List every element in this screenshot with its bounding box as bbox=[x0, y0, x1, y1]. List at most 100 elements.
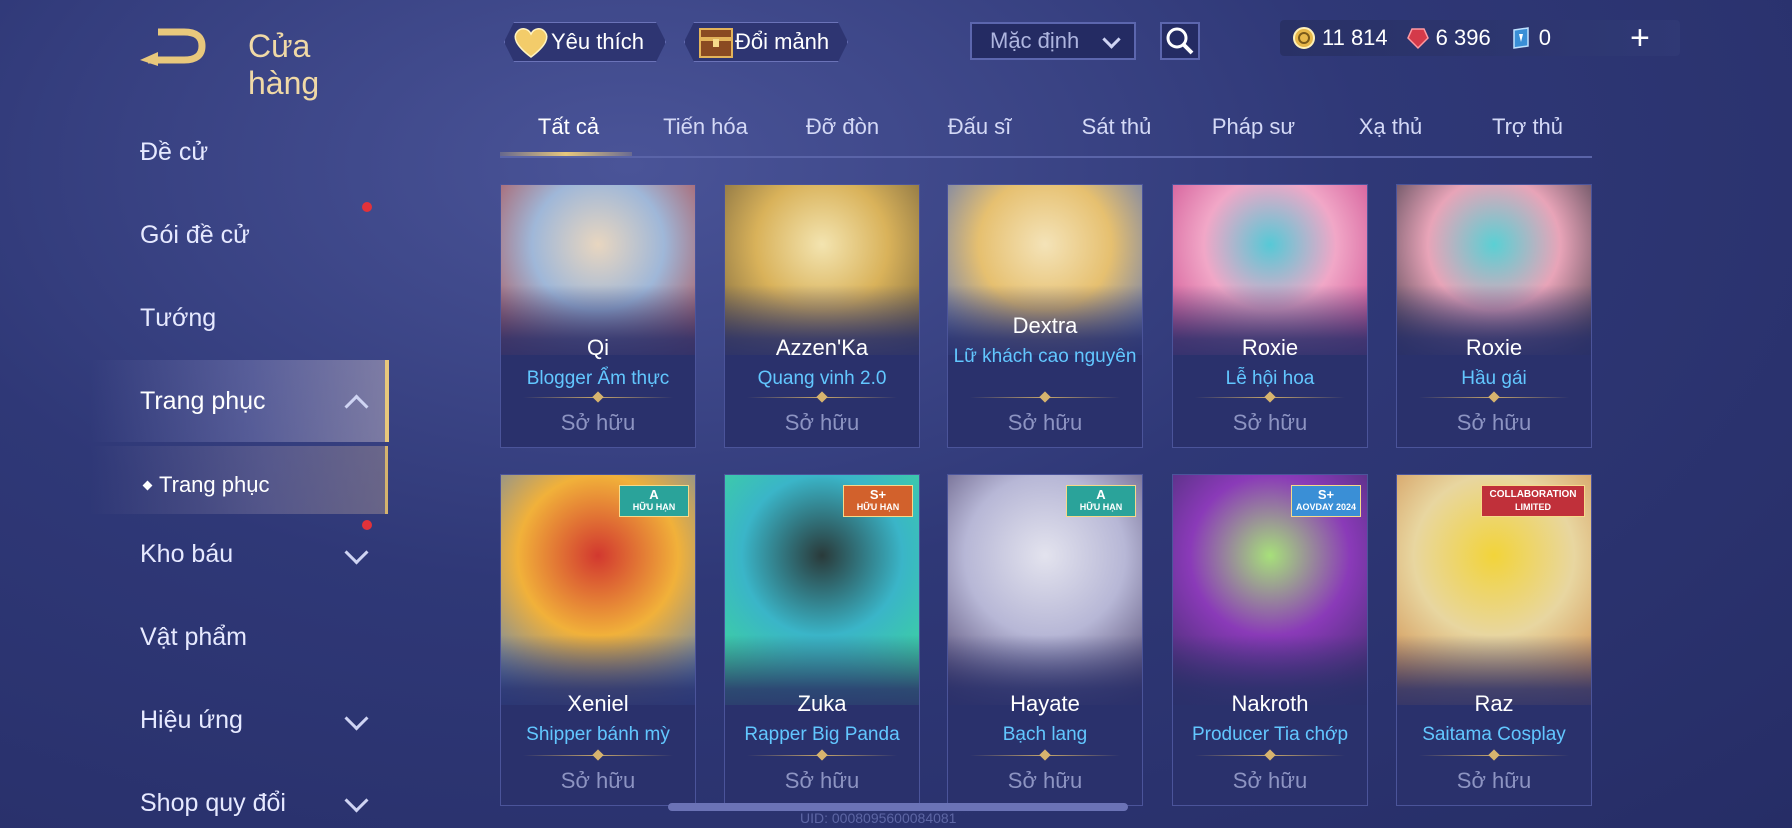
notification-dot bbox=[362, 202, 372, 212]
sidebar-item-heroes[interactable]: Tướng bbox=[140, 304, 216, 333]
diamond-ornament-icon bbox=[592, 391, 604, 403]
gold-amount: 11 814 bbox=[1322, 25, 1388, 50]
favorite-label: Yêu thích bbox=[551, 29, 644, 54]
hero-name: Azzen'Ka bbox=[775, 335, 869, 360]
gem-amount: 6 396 bbox=[1435, 25, 1491, 50]
currency-bar: 11 814 6 396 0 + bbox=[1280, 20, 1680, 56]
badge-subtitle: HỮU HẠN bbox=[1079, 502, 1123, 512]
skin-name: Shipper bánh mỳ bbox=[526, 724, 670, 745]
badge-tier: A bbox=[1096, 487, 1106, 502]
favorite-button[interactable]: Yêu thích bbox=[504, 22, 666, 62]
page-title: Cửa hàng bbox=[248, 28, 320, 101]
skin-name: Hầu gái bbox=[1461, 368, 1527, 389]
diamond-bullet-icon bbox=[142, 480, 153, 490]
treasure-chest-icon bbox=[697, 25, 735, 59]
diamond-ornament-icon bbox=[592, 749, 604, 761]
sidebar-item-exchange-shop[interactable]: Shop quy đổi bbox=[140, 789, 286, 818]
diamond-ornament-icon bbox=[1264, 749, 1276, 761]
skin-card[interactable]: Roxie Hầu gái Sở hữu bbox=[1396, 184, 1592, 448]
artwork-shade bbox=[1397, 285, 1591, 375]
category-tabs: Tất cả Tiến hóa Đỡ đòn Đấu sĩ Sát thủ Ph… bbox=[500, 100, 1592, 158]
tab-all[interactable]: Tất cả bbox=[500, 114, 637, 140]
diamond-ornament-icon bbox=[1488, 749, 1500, 761]
blue-voucher-icon bbox=[1512, 27, 1529, 49]
gold-currency: 11 814 bbox=[1292, 25, 1388, 51]
hero-name: Roxie bbox=[1465, 335, 1523, 360]
notification-dot bbox=[362, 520, 372, 530]
skin-name: Producer Tia chớp bbox=[1191, 724, 1349, 745]
owned-status: Sở hữu bbox=[1232, 768, 1308, 793]
sidebar-item-effects[interactable]: Hiệu ứng bbox=[140, 706, 243, 735]
hero-name: Hayate bbox=[1010, 691, 1080, 716]
sidebar: Cửa hàng Đề cử Gói đề cử Tướng Trang phụ… bbox=[0, 0, 389, 828]
chevron-down-icon bbox=[344, 788, 369, 813]
exchange-fragments-button[interactable]: Đổi mảnh bbox=[684, 22, 848, 62]
back-arrow-icon bbox=[140, 28, 206, 66]
divider bbox=[523, 749, 673, 761]
divider bbox=[1419, 749, 1569, 761]
skin-name: Blogger Ẩm thực bbox=[526, 368, 670, 389]
skin-card[interactable]: Xeniel Shipper bánh mỳ Sở hữu A HỮU HẠN bbox=[500, 474, 696, 806]
badge-tier: S+ bbox=[869, 487, 887, 502]
limited-badge: A HỮU HẠN bbox=[619, 485, 689, 517]
back-button[interactable] bbox=[140, 26, 216, 66]
sidebar-item-recommended[interactable]: Đề cử bbox=[140, 138, 208, 167]
hero-name: Raz bbox=[1474, 691, 1514, 716]
tab-assassin[interactable]: Sát thủ bbox=[1048, 114, 1185, 140]
divider bbox=[1419, 391, 1569, 403]
limited-badge: A HỮU HẠN bbox=[1066, 485, 1136, 517]
add-currency-button[interactable]: + bbox=[1630, 21, 1650, 55]
skin-name: Quang vinh 2.0 bbox=[757, 368, 887, 389]
skin-card[interactable]: Roxie Lễ hội hoa Sở hữu bbox=[1172, 184, 1368, 448]
skin-name: Bạch lang bbox=[1002, 724, 1088, 745]
owned-status: Sở hữu bbox=[1007, 768, 1083, 793]
sort-dropdown[interactable]: Mặc định bbox=[970, 22, 1136, 60]
heart-icon bbox=[511, 25, 551, 59]
owned-status: Sở hữu bbox=[784, 410, 860, 435]
limited-badge: S+ HỮU HẠN bbox=[843, 485, 913, 517]
hero-name: Xeniel bbox=[567, 691, 629, 716]
skin-name: Saitama Cosplay bbox=[1422, 724, 1566, 745]
tab-evolution[interactable]: Tiến hóa bbox=[637, 114, 774, 140]
owned-status: Sở hữu bbox=[1456, 768, 1532, 793]
tab-support[interactable]: Trợ thủ bbox=[1459, 114, 1596, 140]
sidebar-item-treasure[interactable]: Kho báu bbox=[140, 540, 233, 569]
sidebar-item-items[interactable]: Vật phẩm bbox=[140, 623, 247, 652]
plus-icon: + bbox=[1630, 19, 1650, 57]
owned-status: Sở hữu bbox=[1456, 410, 1532, 435]
diamond-ornament-icon bbox=[816, 391, 828, 403]
exchange-label: Đổi mảnh bbox=[735, 29, 830, 54]
skin-name: Lễ hội hoa bbox=[1225, 368, 1315, 389]
owned-status: Sở hữu bbox=[560, 768, 636, 793]
active-tab-indicator bbox=[500, 152, 632, 156]
sidebar-item-skins[interactable]: Trang phục bbox=[140, 387, 266, 416]
tab-fighter[interactable]: Đấu sĩ bbox=[911, 114, 1048, 140]
divider bbox=[523, 391, 673, 403]
skin-card[interactable]: Qi Blogger Ẩm thực Sở hữu bbox=[500, 184, 696, 448]
skin-name: Rapper Big Panda bbox=[744, 724, 900, 745]
sidebar-subitem-skins[interactable]: Trang phục bbox=[142, 472, 269, 498]
hero-name: Dextra bbox=[1012, 313, 1078, 338]
badge-subtitle: LIMITED bbox=[1515, 502, 1551, 512]
voucher-amount: 0 bbox=[1538, 25, 1551, 50]
skin-card[interactable]: Nakroth Producer Tia chớp Sở hữu S+ AOVDAY 2… bbox=[1172, 474, 1368, 806]
sidebar-item-recommended-packs[interactable]: Gói đề cử bbox=[140, 221, 250, 250]
hero-name: Roxie bbox=[1241, 335, 1299, 360]
gem-currency: 6 396 bbox=[1406, 25, 1491, 51]
hero-name: Nakroth bbox=[1231, 691, 1309, 716]
badge-subtitle: HỮU HẠN bbox=[632, 502, 676, 512]
tab-marksman[interactable]: Xạ thủ bbox=[1322, 114, 1459, 140]
tab-tank[interactable]: Đỡ đòn bbox=[774, 114, 911, 140]
skin-card[interactable]: Azzen'Ka Quang vinh 2.0 Sở hữu bbox=[724, 184, 920, 448]
badge-tier: S+ bbox=[1317, 487, 1335, 502]
badge-subtitle: HỮU HẠN bbox=[856, 502, 900, 512]
search-button[interactable] bbox=[1160, 22, 1200, 60]
skin-card[interactable]: Hayate Bạch lang Sở hữu A HỮU HẠN bbox=[947, 474, 1143, 806]
divider bbox=[1195, 391, 1345, 403]
owned-status: Sở hữu bbox=[1007, 410, 1083, 435]
skin-card[interactable]: Raz Saitama Cosplay Sở hữu COLLABORATION LIM… bbox=[1396, 474, 1592, 806]
owned-status: Sở hữu bbox=[1232, 410, 1308, 435]
skin-card[interactable]: Dextra Lữ khách cao nguyên Sở hữu bbox=[947, 184, 1143, 448]
skin-card[interactable]: Zuka Rapper Big Panda Sở hữu S+ HỮU HẠN bbox=[724, 474, 920, 806]
tab-mage[interactable]: Pháp sư bbox=[1185, 114, 1322, 140]
